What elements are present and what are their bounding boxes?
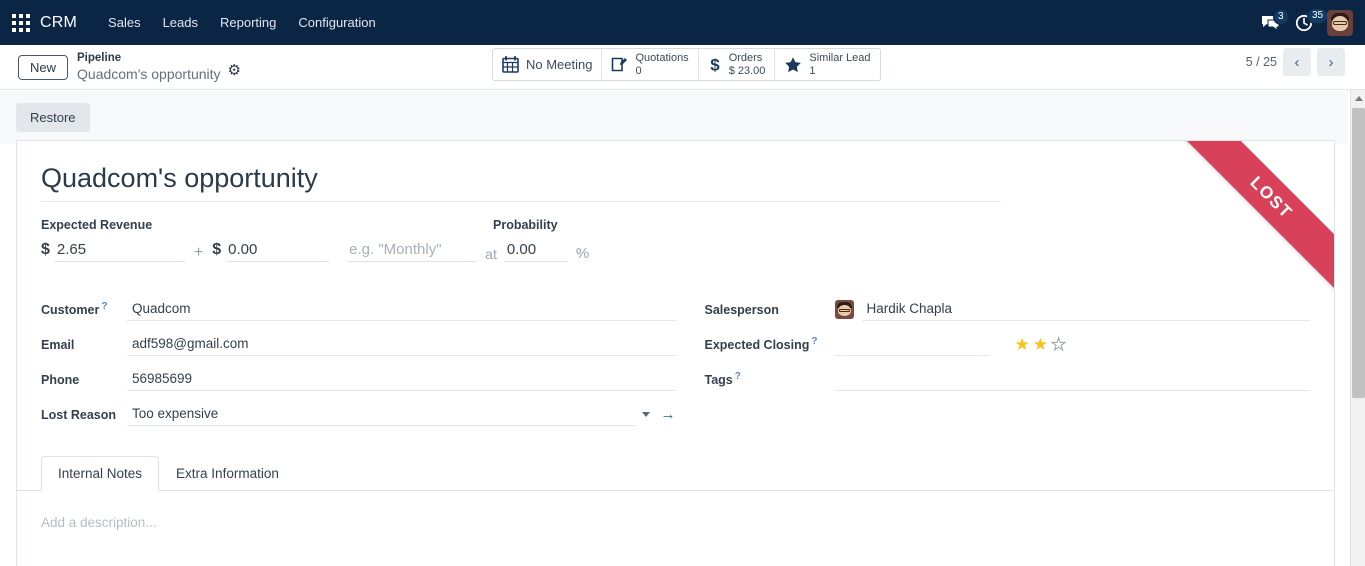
action-bar: Restore: [0, 91, 1348, 144]
phone-field[interactable]: [127, 368, 676, 392]
priority-stars: ★ ★ ★: [1015, 336, 1067, 354]
chevron-right-icon[interactable]: ›: [1317, 48, 1345, 76]
field-customer: Customer?: [41, 292, 676, 327]
expected-revenue-field[interactable]: $: [41, 240, 185, 263]
stat-button-orders[interactable]: $ Orders $ 23.00: [698, 49, 776, 80]
help-icon[interactable]: ?: [735, 371, 741, 382]
pager-count: 5 / 25: [1245, 55, 1277, 69]
activities-count-badge: 35: [1307, 7, 1329, 24]
messages-menu[interactable]: 3: [1261, 8, 1289, 31]
probability-label: Probability: [493, 218, 558, 233]
recurring-currency-symbol: $: [212, 241, 222, 259]
field-salesperson-label: Salesperson: [704, 302, 779, 317]
field-phone-label: Phone: [41, 372, 80, 387]
stat-button-similar-lead-label: Similar Lead: [809, 52, 871, 65]
field-email-label: Email: [41, 337, 75, 352]
field-expected-closing: Expected Closing? ★ ★ ★: [705, 327, 1311, 362]
notebook-tabs: Internal Notes Extra Information: [17, 456, 1334, 492]
edit-document-icon: [611, 56, 628, 73]
stat-button-quotations[interactable]: Quotations 0: [602, 49, 699, 80]
restore-button[interactable]: Restore: [16, 103, 90, 132]
scroll-up-arrow-icon[interactable]: [1351, 90, 1365, 106]
star-icon[interactable]: ★: [1033, 336, 1048, 353]
record-pager: 5 / 25 ‹ ›: [1246, 48, 1345, 76]
stat-button-orders-label: Orders: [728, 52, 763, 65]
field-email: Email: [41, 327, 676, 362]
activities-menu[interactable]: 35: [1295, 7, 1329, 32]
nav-item-reporting[interactable]: Reporting: [209, 0, 287, 45]
form-column-left: Customer? Email Phone: [41, 292, 676, 432]
new-button[interactable]: New: [18, 54, 69, 80]
field-tags-label: Tags?: [704, 371, 741, 388]
field-phone: Phone: [41, 362, 676, 397]
stat-button-quotations-label: Quotations: [635, 52, 689, 65]
arrow-right-icon[interactable]: →: [661, 407, 676, 422]
stat-button-similar-lead[interactable]: Similar Lead 1: [775, 49, 880, 80]
recurring-revenue-input[interactable]: [226, 240, 330, 263]
form-sheet: LOST Quadcom's opportunity Expected Reve…: [16, 140, 1335, 566]
salesperson-avatar: [834, 300, 854, 320]
description-placeholder[interactable]: Add a description...: [41, 515, 1310, 530]
breadcrumb: Pipeline Quadcom's opportunity: [77, 52, 241, 83]
field-salesperson: Salesperson: [704, 292, 1310, 327]
stat-button-similar-lead-value: 1: [809, 64, 816, 77]
nav-item-configuration[interactable]: Configuration: [287, 0, 386, 45]
star-icon: [784, 56, 802, 74]
expected-revenue-input[interactable]: [54, 240, 185, 263]
field-expected-closing-label: Expected Closing?: [704, 336, 818, 353]
gear-icon[interactable]: [228, 63, 241, 80]
dollar-icon: $: [708, 55, 722, 75]
breadcrumb-current: Quadcom's opportunity: [77, 63, 241, 83]
scrollbar-thumb[interactable]: [1352, 108, 1365, 398]
recurring-revenue-field[interactable]: $: [212, 240, 330, 263]
customer-input[interactable]: [127, 298, 676, 322]
recurring-plan-input[interactable]: [347, 240, 478, 263]
nav-item-sales[interactable]: Sales: [97, 0, 152, 45]
tab-internal-notes[interactable]: Internal Notes: [41, 456, 160, 492]
navbar-systray: 3 35: [1261, 7, 1365, 36]
avatar[interactable]: [1327, 9, 1353, 36]
svg-text:$: $: [710, 56, 720, 75]
stat-button-quotations-value: 0: [635, 64, 642, 77]
expected-revenue-label: Expected Revenue: [41, 218, 153, 233]
tags-input[interactable]: [834, 368, 1310, 392]
tab-extra-information[interactable]: Extra Information: [159, 456, 296, 490]
internal-notes-pane[interactable]: Add a description...: [41, 491, 1310, 530]
scrollbar[interactable]: [1350, 90, 1365, 566]
stat-button-orders-value: $ 23.00: [728, 64, 766, 77]
salesperson-input[interactable]: [861, 298, 1310, 322]
at-label: at: [485, 246, 497, 263]
nav-item-leads[interactable]: Leads: [152, 0, 209, 45]
help-icon[interactable]: ?: [811, 336, 817, 347]
field-lost-reason-label: Lost Reason: [41, 407, 117, 422]
help-icon[interactable]: ?: [101, 301, 107, 312]
breadcrumb-current-label: Quadcom's opportunity: [77, 65, 221, 82]
star-icon[interactable]: ★: [1050, 336, 1066, 354]
notebook: Internal Notes Extra Information Add a d…: [17, 456, 1334, 530]
probability-input[interactable]: [504, 240, 567, 263]
chevron-down-icon[interactable]: [641, 412, 650, 418]
lost-reason-input[interactable]: [127, 403, 636, 427]
star-icon[interactable]: ★: [1015, 336, 1030, 353]
apps-grid-icon[interactable]: [12, 13, 30, 32]
stat-button-meeting[interactable]: No Meeting: [493, 49, 603, 80]
field-customer-label: Customer?: [41, 301, 108, 318]
page-title[interactable]: Quadcom's opportunity: [41, 163, 1001, 203]
calendar-icon: [502, 56, 519, 73]
currency-symbol: $: [41, 241, 50, 259]
stat-button-meeting-label: No Meeting: [526, 57, 593, 72]
field-tags: Tags?: [704, 362, 1310, 397]
messages-count-badge: 3: [1273, 8, 1289, 25]
email-field[interactable]: [127, 333, 676, 357]
percent-symbol: %: [575, 245, 590, 263]
breadcrumb-parent[interactable]: Pipeline: [77, 52, 240, 66]
chevron-left-icon[interactable]: ‹: [1283, 48, 1311, 76]
brand-crm[interactable]: CRM: [40, 14, 77, 32]
plus-sign: +: [193, 244, 204, 262]
field-lost-reason: Lost Reason →: [41, 397, 676, 432]
expected-closing-input[interactable]: [834, 333, 990, 357]
stat-buttons-group: No Meeting Quotations 0 $ Orders $ 23.00: [492, 48, 881, 81]
top-navbar: CRM Sales Leads Reporting Configuration …: [0, 0, 1365, 45]
form-column-right: Salesperson Expected Closing?: [676, 292, 1311, 432]
